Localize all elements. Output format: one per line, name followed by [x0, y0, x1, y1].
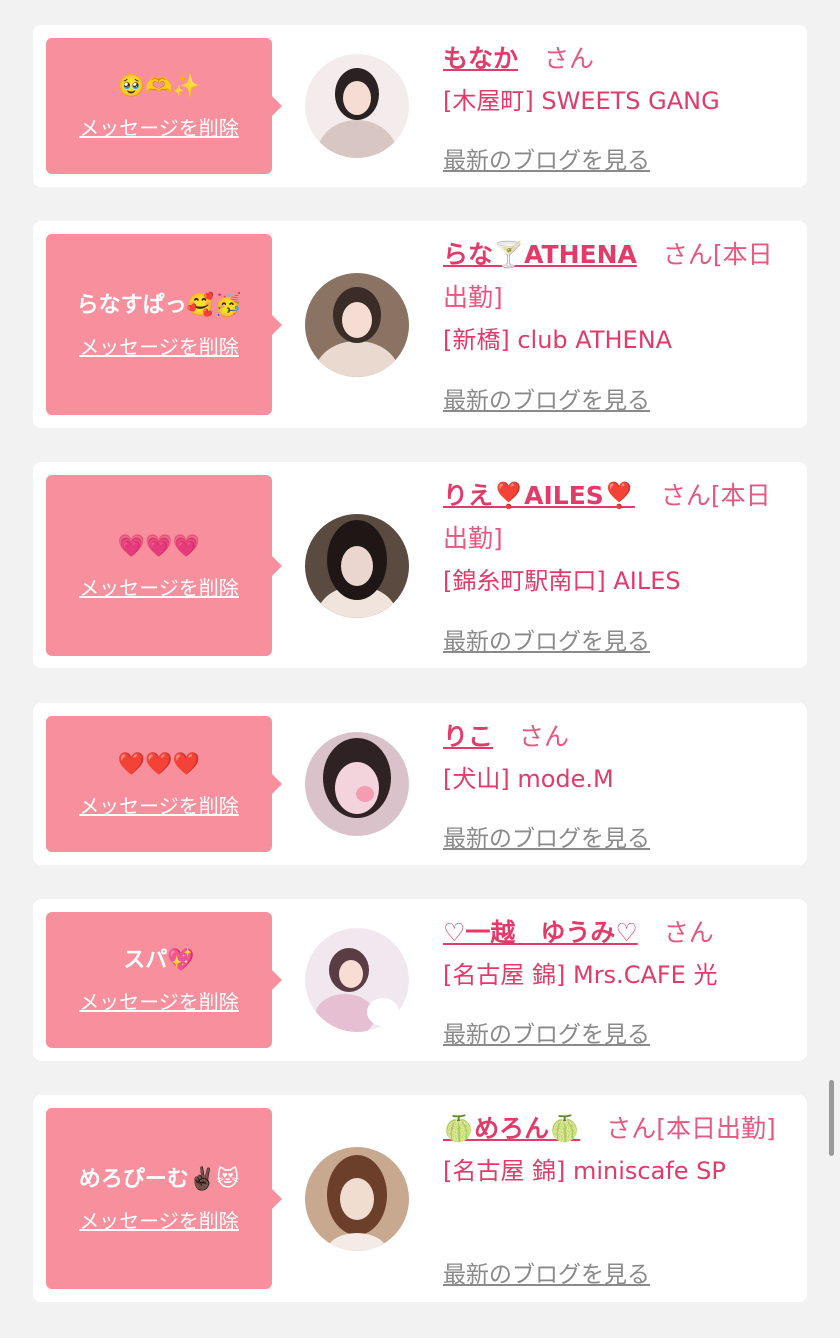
message-text: めろぴーむ✌🏿😻: [78, 1166, 240, 1192]
favorites-list: 🥹🫶✨ メッセージを削除 もなか さん [木屋町] SWEETS GANG 最新…: [0, 0, 840, 1338]
delete-message-link[interactable]: メッセージを削除: [79, 1209, 239, 1233]
avatar[interactable]: [305, 54, 409, 158]
cast-title: ♡一越 ゆうみ♡ さん: [443, 911, 793, 954]
cast-info: りえ❣️AILES❣️ さん[本日出勤] [錦糸町駅南口] AILES 最新のブ…: [443, 474, 793, 659]
cast-info: らな🍸ATHENA さん[本日出勤] [新橋] club ATHENA 最新のブ…: [443, 233, 793, 418]
avatar-image: [305, 1147, 409, 1251]
cast-title: りこ さん: [443, 715, 793, 758]
cast-title: りえ❣️AILES❣️ さん[本日出勤]: [443, 474, 788, 560]
avatar-image: [305, 928, 409, 1032]
delete-message-link[interactable]: メッセージを削除: [79, 116, 239, 140]
honorific: さん: [543, 44, 594, 73]
message-bubble: ❤️❤️❤️ メッセージを削除: [46, 716, 282, 852]
cast-card: めろぴーむ✌🏿😻 メッセージを削除 🍈めろん🍈 さん[本日出勤] [名古屋 錦]…: [33, 1095, 807, 1302]
cast-name-link[interactable]: りえ❣️AILES❣️: [443, 481, 635, 510]
message-text: 💗💗💗: [117, 533, 201, 559]
message-bubble: らなすぱっ🥰🥳 メッセージを削除: [46, 234, 282, 415]
delete-message-link[interactable]: メッセージを削除: [79, 576, 239, 600]
avatar-image: [305, 732, 409, 836]
latest-blog-link[interactable]: 最新のブログを見る: [443, 1255, 650, 1289]
message-bubble: 💗💗💗 メッセージを削除: [46, 475, 282, 656]
message-bubble: スパ💖 メッセージを削除: [46, 912, 282, 1048]
honorific: さん[本日出勤]: [606, 1114, 776, 1143]
cast-card: スパ💖 メッセージを削除 ♡一越 ゆうみ♡ さん [名古屋 錦] Mrs.CAF…: [33, 899, 807, 1061]
latest-blog-link[interactable]: 最新のブログを見る: [443, 1015, 650, 1049]
message-text: スパ💖: [123, 948, 195, 973]
scrollbar[interactable]: [829, 1080, 834, 1156]
cast-title: もなか さん: [443, 37, 793, 80]
cast-name-link[interactable]: もなか: [443, 44, 518, 73]
shop-label: [新橋] club ATHENA: [443, 326, 673, 354]
cast-card: 💗💗💗 メッセージを削除 りえ❣️AILES❣️ さん[本日出勤] [錦糸町駅南…: [33, 462, 807, 668]
shop-label: [錦糸町駅南口] AILES: [443, 567, 681, 595]
shop-label: [名古屋 錦] Mrs.CAFE 光: [443, 961, 718, 989]
avatar[interactable]: [305, 732, 409, 836]
cast-card: らなすぱっ🥰🥳 メッセージを削除 らな🍸ATHENA さん[本日出勤] [新橋]…: [33, 221, 807, 428]
message-text: 🥹🫶✨: [117, 74, 201, 99]
cast-info: もなか さん [木屋町] SWEETS GANG 最新のブログを見る: [443, 37, 793, 177]
cast-info: ♡一越 ゆうみ♡ さん [名古屋 錦] Mrs.CAFE 光 最新のブログを見る: [443, 911, 793, 1051]
cast-info: りこ さん [犬山] mode.M 最新のブログを見る: [443, 715, 793, 855]
cast-title: 🍈めろん🍈 さん[本日出勤]: [443, 1107, 788, 1150]
cast-info: 🍈めろん🍈 さん[本日出勤] [名古屋 錦] miniscafe SP 最新のブ…: [443, 1107, 793, 1292]
shop-label: [犬山] mode.M: [443, 765, 614, 793]
cast-name-link[interactable]: りこ: [443, 722, 493, 751]
cast-name-link[interactable]: 🍈めろん🍈: [443, 1114, 580, 1143]
delete-message-link[interactable]: メッセージを削除: [79, 335, 239, 359]
cast-card: ❤️❤️❤️ メッセージを削除 りこ さん [犬山] mode.M 最新のブログ…: [33, 703, 807, 865]
avatar[interactable]: [305, 273, 409, 377]
avatar[interactable]: [305, 1147, 409, 1251]
latest-blog-link[interactable]: 最新のブログを見る: [443, 381, 650, 415]
honorific: さん: [663, 918, 714, 947]
cast-card: 🥹🫶✨ メッセージを削除 もなか さん [木屋町] SWEETS GANG 最新…: [33, 25, 807, 187]
honorific: さん: [518, 722, 569, 751]
shop-label: [名古屋 錦] miniscafe SP: [443, 1157, 726, 1185]
avatar[interactable]: [305, 928, 409, 1032]
delete-message-link[interactable]: メッセージを削除: [79, 794, 239, 818]
avatar-image: [305, 514, 409, 618]
latest-blog-link[interactable]: 最新のブログを見る: [443, 819, 650, 853]
cast-name-link[interactable]: らな🍸ATHENA: [443, 240, 637, 269]
message-text: らなすぱっ🥰🥳: [76, 292, 242, 318]
message-bubble: めろぴーむ✌🏿😻 メッセージを削除: [46, 1108, 282, 1289]
latest-blog-link[interactable]: 最新のブログを見る: [443, 141, 650, 175]
latest-blog-link[interactable]: 最新のブログを見る: [443, 622, 650, 656]
shop-label: [木屋町] SWEETS GANG: [443, 87, 720, 115]
cast-title: らな🍸ATHENA さん[本日出勤]: [443, 233, 788, 319]
avatar-image: [305, 54, 409, 158]
avatar[interactable]: [305, 514, 409, 618]
message-text: ❤️❤️❤️: [117, 752, 201, 777]
avatar-image: [305, 273, 409, 377]
message-bubble: 🥹🫶✨ メッセージを削除: [46, 38, 282, 174]
cast-name-link[interactable]: ♡一越 ゆうみ♡: [443, 918, 638, 947]
delete-message-link[interactable]: メッセージを削除: [79, 990, 239, 1014]
